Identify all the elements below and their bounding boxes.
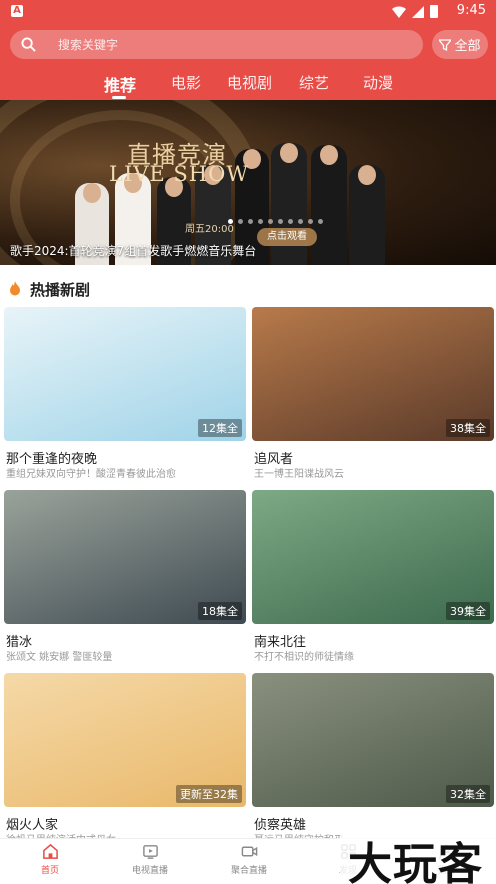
search-input[interactable] <box>48 30 408 59</box>
tab-tv-series[interactable]: 电视剧 <box>227 72 272 93</box>
status-bar: A 9:45 <box>0 0 496 24</box>
app-header: A 9:45 全部 推荐 电影 电视剧 综艺 动漫 <box>0 0 496 100</box>
status-icons <box>392 5 438 18</box>
tab-movie[interactable]: 电影 <box>171 72 201 93</box>
tabbar-label: 电视直播 <box>131 866 168 876</box>
carousel-dot[interactable] <box>268 219 273 224</box>
drama-card[interactable]: 更新至32集 烟火人家 徐帆马思纯演活中式母女 <box>4 673 246 846</box>
drama-description: 不打不相识的师徒情缘 <box>254 652 354 663</box>
drama-card[interactable]: 38集全 追风者 王一博王阳谍战风云 <box>252 307 494 480</box>
carousel-dot[interactable] <box>318 219 323 224</box>
filter-icon <box>439 38 452 51</box>
tabbar-item-aggregate-live[interactable]: 聚合直播 <box>199 843 299 876</box>
fire-icon <box>10 281 20 296</box>
search-icon <box>21 37 36 52</box>
home-icon <box>42 843 58 859</box>
drama-poster: 更新至32集 <box>4 673 246 807</box>
drama-poster: 38集全 <box>252 307 494 441</box>
battery-icon <box>430 5 438 18</box>
tv-icon <box>142 845 158 859</box>
drama-card[interactable]: 18集全 猎冰 张颂文 姚安娜 警匪较量 <box>4 490 246 663</box>
episode-badge: 18集全 <box>198 602 242 620</box>
drama-description: 王一博王阳谍战风云 <box>254 469 344 480</box>
carousel-dot[interactable] <box>278 219 283 224</box>
filter-button[interactable]: 全部 <box>432 30 488 59</box>
drama-card[interactable]: 32集全 侦察英雄 聂远马思纯守护和平 <box>252 673 494 846</box>
app-notification-icon: A <box>11 5 23 17</box>
banner-caption: 歌手2024:首轮竞演7组首发歌手燃燃音乐舞台 <box>10 244 257 258</box>
section-title: 热播新剧 <box>30 281 91 299</box>
tabbar-label: 聚合直播 <box>230 866 267 876</box>
drama-poster: 32集全 <box>252 673 494 807</box>
carousel-dot[interactable] <box>258 219 263 224</box>
section-header: 热播新剧 <box>0 265 496 307</box>
tabbar-item-home[interactable]: 首页 <box>0 843 100 876</box>
status-time: 9:45 <box>456 3 486 18</box>
drama-poster: 12集全 <box>4 307 246 441</box>
drama-description: 张颂文 姚安娜 警匪较量 <box>6 652 113 663</box>
carousel-dots <box>228 219 323 224</box>
episode-badge: 12集全 <box>198 419 242 437</box>
video-camera-icon <box>241 846 257 857</box>
carousel-dot[interactable] <box>238 219 243 224</box>
drama-description: 重组兄妹双向守护！酸涩青春彼此治愈 <box>6 469 176 480</box>
drama-poster: 39集全 <box>252 490 494 624</box>
watch-now-button[interactable]: 点击观看 <box>257 228 317 246</box>
search-bar[interactable] <box>10 30 423 59</box>
banner-carousel[interactable]: 直播竞演 LIVE SHOW 周五20:00 点击观看 歌手2024:首轮竞演7… <box>0 100 496 265</box>
banner-date: 周五20:00 <box>185 224 234 235</box>
carousel-dot[interactable] <box>308 219 313 224</box>
carousel-dot[interactable] <box>248 219 253 224</box>
tab-anime[interactable]: 动漫 <box>363 72 393 93</box>
watermark-logo: 大玩客 <box>348 839 483 884</box>
episode-badge: 39集全 <box>446 602 490 620</box>
drama-card[interactable]: 39集全 南来北往 不打不相识的师徒情缘 <box>252 490 494 663</box>
tab-recommend[interactable]: 推荐 <box>104 72 136 96</box>
tabbar-item-tv-live[interactable]: 电视直播 <box>100 843 200 876</box>
episode-badge: 38集全 <box>446 419 490 437</box>
carousel-dot[interactable] <box>298 219 303 224</box>
banner-subtitle: LIVE SHOW <box>109 162 249 186</box>
tabbar-label: 首页 <box>40 866 59 876</box>
filter-label: 全部 <box>454 39 481 54</box>
category-tabs: 推荐 电影 电视剧 综艺 动漫 <box>0 70 496 100</box>
carousel-dot[interactable] <box>228 219 233 224</box>
wifi-icon <box>392 5 406 18</box>
drama-poster: 18集全 <box>4 490 246 624</box>
episode-badge: 32集全 <box>446 785 490 803</box>
drama-card[interactable]: 12集全 那个重逢的夜晚 重组兄妹双向守护！酸涩青春彼此治愈 <box>4 307 246 480</box>
signal-icon <box>412 5 424 18</box>
tab-variety[interactable]: 综艺 <box>299 72 329 93</box>
episode-badge: 更新至32集 <box>176 785 242 803</box>
carousel-dot[interactable] <box>288 219 293 224</box>
active-tab-indicator <box>112 96 126 99</box>
